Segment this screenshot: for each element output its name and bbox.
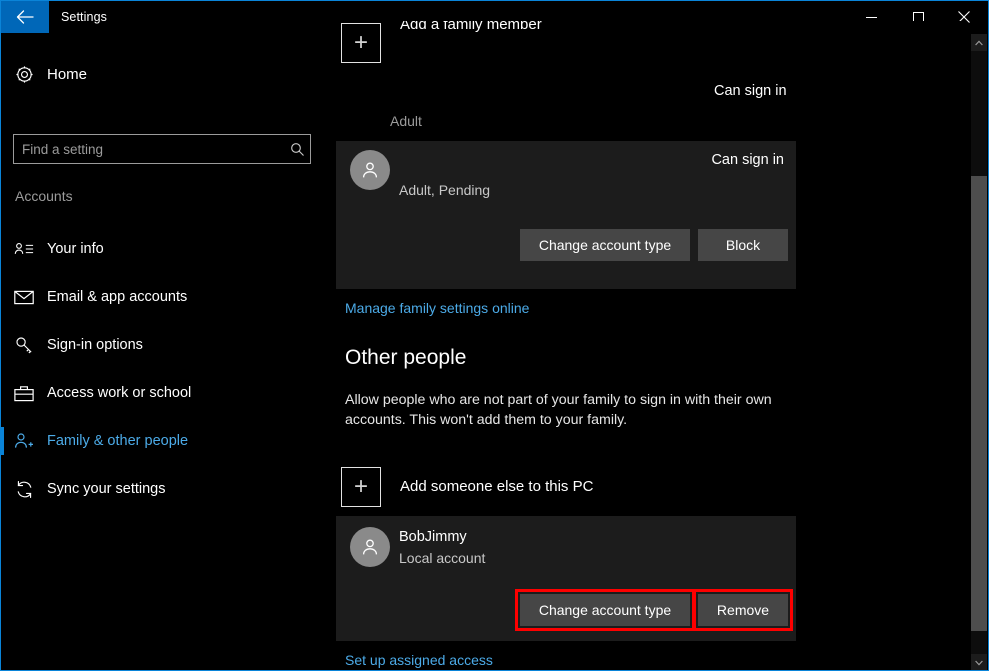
add-family-member-label: Add a family member: [400, 21, 542, 33]
sidebar-item-label: Your info: [47, 241, 104, 257]
block-button[interactable]: Block: [698, 229, 788, 261]
sidebar-item-label: Access work or school: [47, 385, 192, 401]
sidebar-item-family-other-people[interactable]: Family & other people: [1, 417, 331, 465]
sidebar-item-label: Sign-in options: [47, 337, 143, 353]
plus-box-icon: +: [341, 23, 381, 63]
sidebar-item-home[interactable]: Home: [1, 55, 331, 93]
sync-icon: [1, 480, 47, 499]
other-people-heading: Other people: [345, 346, 467, 369]
key-icon: [1, 336, 47, 355]
sidebar-item-sync-your-settings[interactable]: Sync your settings: [1, 465, 331, 513]
sidebar-item-access-work-school[interactable]: Access work or school: [1, 369, 331, 417]
set-up-assigned-access-link[interactable]: Set up assigned access: [345, 652, 493, 668]
scrollbar-track[interactable]: [971, 51, 987, 654]
sidebar-nav-list: Your info Email & app accounts Sign-in o…: [1, 225, 331, 513]
change-account-type-highlight: [515, 589, 695, 631]
other-account-subtitle: Local account: [399, 550, 486, 566]
family-card-status: Can sign in: [711, 152, 784, 168]
window-title: Settings: [61, 10, 107, 24]
person-avatar-icon: [350, 527, 390, 567]
sidebar-item-label: Family & other people: [47, 433, 189, 449]
person-card-icon: [1, 241, 47, 257]
sidebar-category-label: Accounts: [15, 188, 73, 204]
settings-window: Settings Home Find a setting Accounts Yo…: [0, 0, 989, 671]
family-card-subtitle: Adult, Pending: [399, 182, 491, 198]
envelope-icon: [1, 290, 47, 305]
other-people-description: Allow people who are not part of your fa…: [345, 392, 772, 428]
scroll-up-button[interactable]: [971, 34, 987, 51]
person-avatar-icon: [350, 150, 390, 190]
scroll-down-button[interactable]: [971, 654, 987, 670]
back-button[interactable]: [1, 1, 49, 33]
back-arrow-icon: [16, 10, 34, 24]
other-account-name: BobJimmy: [399, 529, 467, 545]
search-box[interactable]: [13, 134, 311, 164]
family-row-status: Can sign in: [714, 83, 787, 99]
briefcase-icon: [1, 385, 47, 402]
sidebar-item-label: Sync your settings: [47, 481, 166, 497]
chevron-down-icon: [975, 660, 983, 665]
sidebar-item-sign-in-options[interactable]: Sign-in options: [1, 321, 331, 369]
scrollbar-thumb[interactable]: [971, 176, 987, 631]
remove-highlight: [693, 589, 793, 631]
main-content: + Add a family member Can sign in Adult …: [331, 21, 964, 670]
person-plus-icon: [1, 432, 47, 450]
add-someone-else-label: Add someone else to this PC: [400, 478, 594, 495]
manage-family-settings-link[interactable]: Manage family settings online: [345, 300, 529, 316]
plus-box-icon: +: [341, 467, 381, 507]
other-account-card: BobJimmy Local account Change account ty…: [336, 516, 796, 641]
sidebar-item-your-info[interactable]: Your info: [1, 225, 331, 273]
sidebar-home-label: Home: [47, 65, 88, 83]
gear-icon: [1, 65, 47, 84]
family-row-subtitle: Adult: [390, 113, 422, 129]
search-icon[interactable]: [284, 142, 310, 157]
search-input[interactable]: [14, 135, 284, 163]
chevron-up-icon: [975, 40, 983, 45]
change-account-type-button[interactable]: Change account type: [520, 229, 690, 261]
family-account-card: Can sign in Adult, Pending Change accoun…: [336, 141, 796, 289]
sidebar-item-label: Email & app accounts: [47, 289, 188, 305]
sidebar: Home Accounts: [1, 33, 331, 670]
sidebar-item-email-app-accounts[interactable]: Email & app accounts: [1, 273, 331, 321]
vertical-scrollbar[interactable]: [971, 34, 987, 670]
